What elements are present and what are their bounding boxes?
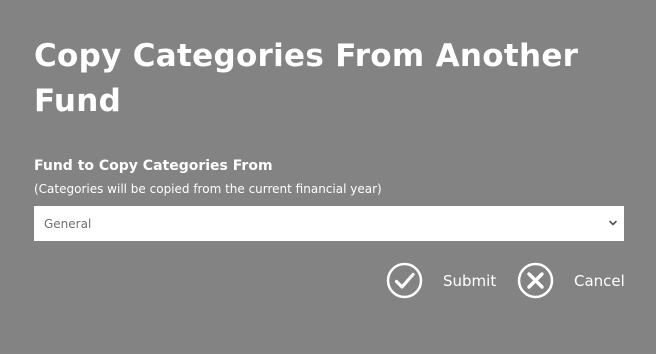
x-circle-icon [517, 262, 554, 299]
fund-field-hint: (Categories will be copied from the curr… [34, 182, 382, 196]
submit-button[interactable]: Submit [386, 262, 498, 300]
cancel-label: Cancel [574, 272, 625, 290]
cancel-button[interactable]: Cancel [517, 262, 625, 300]
copy-categories-dialog: Copy Categories From Another Fund Fund t… [0, 0, 656, 354]
check-circle-icon [386, 262, 423, 299]
submit-label: Submit [443, 272, 497, 290]
fund-select[interactable]: General [34, 206, 624, 241]
dialog-title: Copy Categories From Another Fund [34, 38, 579, 119]
fund-select-value: General [44, 217, 92, 231]
fund-field-label: Fund to Copy Categories From [34, 158, 273, 174]
chevron-down-icon [609, 220, 617, 226]
